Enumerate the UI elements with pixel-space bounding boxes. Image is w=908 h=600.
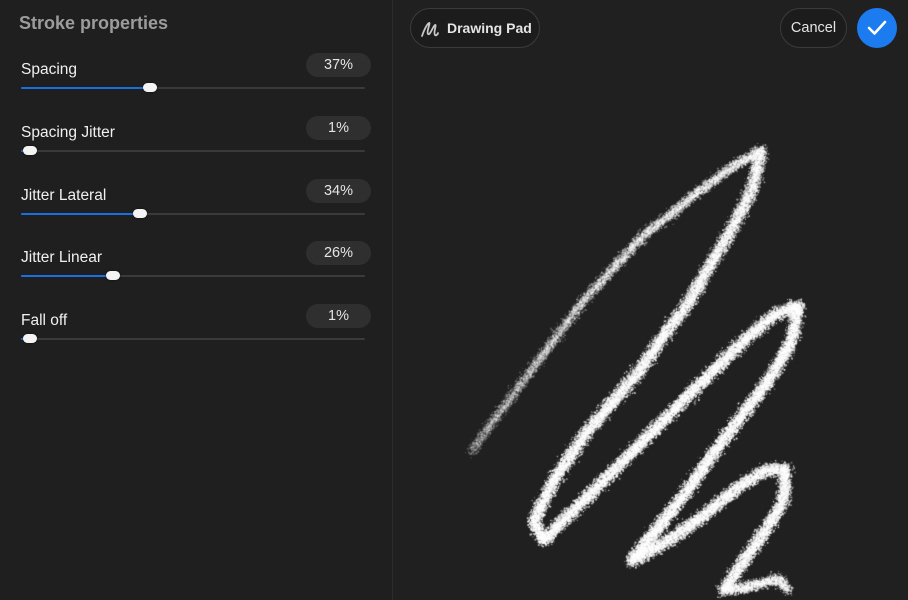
drawing-pad-button[interactable]: Drawing Pad [410,8,540,48]
confirm-button[interactable] [857,8,897,48]
spacing-jitter-value[interactable]: 1% [306,116,371,140]
fall-off-label: Fall off [21,312,68,329]
drawing-pad-area[interactable]: Drawing Pad Cancel [393,0,908,600]
jitter-linear-label: Jitter Linear [21,249,102,266]
spacing-slider-fill [21,87,150,89]
spacing-jitter-slider-row: Spacing Jitter 1% [0,116,392,174]
jitter-linear-slider-thumb[interactable] [106,271,121,280]
drawing-pad-label: Drawing Pad [447,20,532,36]
jitter-linear-slider[interactable] [21,271,365,280]
stroke-properties-panel: Stroke properties Spacing 37% Spacing Ji… [0,0,392,600]
jitter-lateral-slider[interactable] [21,209,365,218]
fall-off-slider-thumb[interactable] [23,334,38,343]
fall-off-value[interactable]: 1% [306,304,371,328]
spacing-jitter-slider[interactable] [21,146,365,155]
stroke-preview-canvas[interactable] [393,0,908,600]
jitter-lateral-value[interactable]: 34% [306,179,371,203]
jitter-linear-slider-row: Jitter Linear 26% [0,241,392,299]
jitter-lateral-slider-row: Jitter Lateral 34% [0,179,392,237]
spacing-slider[interactable] [21,83,365,92]
fall-off-slider-row: Fall off 1% [0,304,392,362]
jitter-lateral-label: Jitter Lateral [21,187,107,204]
spacing-jitter-slider-thumb[interactable] [23,146,38,155]
jitter-linear-slider-fill [21,275,114,277]
spacing-slider-row: Spacing 37% [0,53,392,111]
spacing-jitter-label: Spacing Jitter [21,124,115,141]
fall-off-slider[interactable] [21,334,365,343]
spacing-label: Spacing [21,61,78,78]
checkmark-icon [867,20,887,35]
panel-title: Stroke properties [19,13,169,33]
jitter-lateral-slider-thumb[interactable] [132,209,147,218]
jitter-lateral-slider-fill [21,213,140,215]
spacing-slider-thumb[interactable] [142,83,157,92]
cancel-button[interactable]: Cancel [780,8,847,48]
spacing-value[interactable]: 37% [306,53,371,77]
jitter-linear-value[interactable]: 26% [306,241,371,265]
scribble-icon [421,22,439,37]
